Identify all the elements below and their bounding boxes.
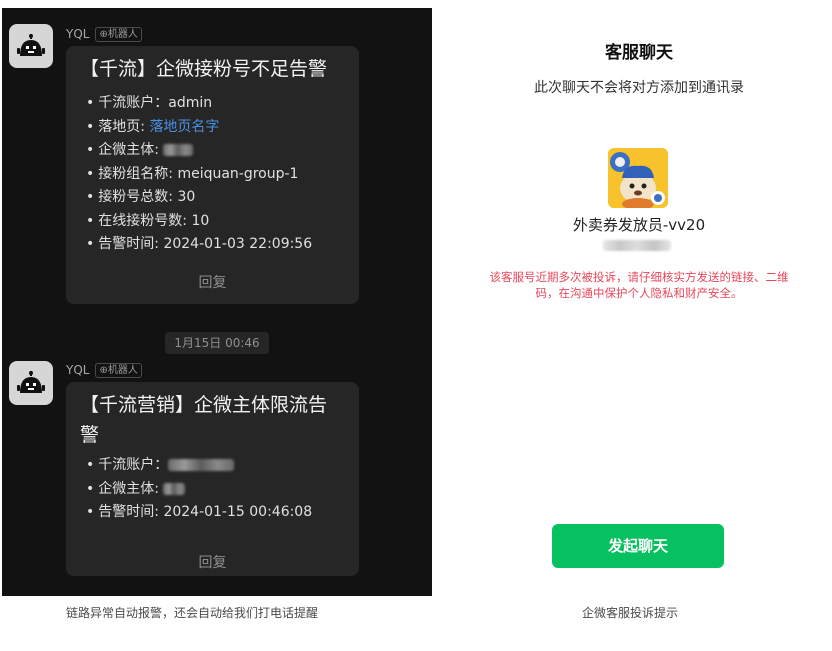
landing-page-link[interactable]: 落地页名字: [149, 119, 219, 135]
left-caption: 链路异常自动报警，还会自动给我们打电话提醒: [66, 606, 319, 620]
detail-account: 千流账户：: [86, 454, 312, 478]
bot-avatar[interactable]: [9, 24, 53, 68]
redacted-value: [168, 459, 235, 471]
service-name: 外卖券发放员-vv20: [572, 216, 706, 234]
bot-tag-icon: ⊕: [99, 364, 108, 376]
detail-entity: 企微主体:: [86, 139, 312, 163]
bot-tag: ⊕机器人: [95, 26, 142, 42]
alert-card[interactable]: 【千流营销】企微主体限流告 警 千流账户： 企微主体: 告警时间: 2024-0…: [66, 382, 359, 576]
complaint-warning: 该客服号近期多次被投诉，请仔细核实方发送的链接、二维码，在沟通中保护个人隐私和财…: [489, 270, 789, 300]
redacted-value: [163, 144, 194, 156]
reply-button[interactable]: 回复: [66, 272, 359, 292]
service-title: 客服聊天: [605, 43, 673, 63]
alert-card[interactable]: 【千流】企微接粉号不足告警 千流账户：admin 落地页: 落地页名字 企微主体…: [66, 46, 359, 304]
redacted-id: [603, 240, 671, 251]
bot-avatar[interactable]: [9, 361, 53, 405]
reply-button[interactable]: 回复: [66, 552, 359, 572]
sender-name: YQL: [66, 363, 90, 377]
sender-name: YQL: [66, 27, 90, 41]
alert-title-line1: 【千流营销】企微主体限流告: [80, 394, 328, 416]
bot-tag: ⊕机器人: [95, 362, 142, 378]
timestamp: 1月15日 00:46: [165, 332, 269, 354]
sender-row: YQL ⊕机器人: [66, 26, 142, 42]
robot-icon: [17, 34, 45, 56]
alert-details: 千流账户： 企微主体: 告警时间: 2024-01-15 00:46:08: [86, 454, 312, 525]
detail-landing-page: 落地页: 落地页名字: [86, 116, 312, 140]
redacted-value: [163, 482, 186, 495]
service-avatar[interactable]: [608, 148, 668, 208]
alert-title: 【千流】企微接粉号不足告警: [80, 58, 328, 80]
alert-title-line2: 警: [80, 424, 100, 446]
service-subtitle: 此次聊天不会将对方添加到通讯录: [534, 80, 744, 96]
detail-account: 千流账户：admin: [86, 92, 312, 116]
start-chat-button[interactable]: 发起聊天: [552, 524, 724, 568]
bot-tag-icon: ⊕: [99, 28, 108, 40]
chat-panel: YQL ⊕机器人 【千流】企微接粉号不足告警 千流账户：admin 落地页: 落…: [2, 8, 432, 596]
detail-time: 告警时间: 2024-01-03 22:09:56: [86, 233, 312, 257]
detail-total: 接粉号总数: 30: [86, 186, 312, 210]
detail-time: 告警时间: 2024-01-15 00:46:08: [86, 501, 312, 525]
detail-entity: 企微主体:: [86, 478, 312, 502]
detail-online: 在线接粉号数: 10: [86, 210, 312, 234]
alert-details: 千流账户：admin 落地页: 落地页名字 企微主体: 接粉组名称: meiqu…: [86, 92, 312, 257]
sender-row: YQL ⊕机器人: [66, 362, 142, 378]
right-caption: 企微客服投诉提示: [582, 606, 679, 620]
detail-group: 接粉组名称: meiquan-group-1: [86, 163, 312, 187]
robot-icon: [17, 371, 45, 393]
cartoon-dog-avatar-icon: [608, 148, 668, 208]
